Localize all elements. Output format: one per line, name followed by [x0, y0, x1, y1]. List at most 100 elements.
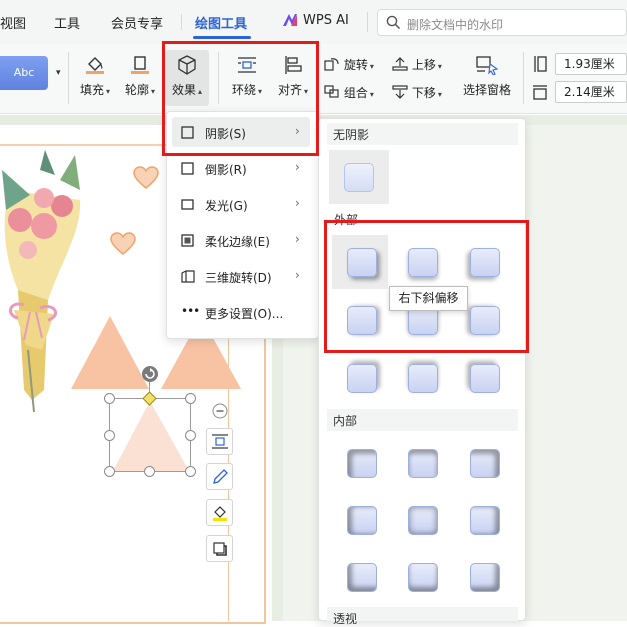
shadow-option-inner-9[interactable] — [455, 550, 511, 604]
menu-item-label: 柔化边缘(E) — [205, 235, 270, 249]
menu-item-3d-rotation[interactable]: 三维旋转(D) › — [167, 259, 318, 293]
rotate-label: 旋转 — [343, 58, 368, 72]
bring-forward-icon — [392, 57, 408, 71]
more-dots-icon: ••• — [181, 304, 200, 318]
shadow-preview — [470, 449, 500, 478]
tab-tools[interactable]: 工具 — [54, 13, 80, 32]
resize-handle[interactable] — [104, 430, 115, 441]
outline-label: 轮廓 — [124, 83, 149, 97]
shadow-preview — [408, 563, 438, 592]
float-wrap-button[interactable] — [206, 428, 233, 455]
shape-style-preset[interactable]: Abc — [0, 56, 48, 90]
menu-item-label: 倒影(R) — [205, 163, 247, 177]
shadow-preview — [347, 563, 377, 592]
shadow-option-outer-8[interactable] — [393, 351, 449, 405]
selection-pane-label: 选择窗格 — [462, 83, 511, 97]
tab-bar: 视图 工具 会员专享 绘图工具 WPS AI 删除文档中的水印 — [0, 0, 627, 44]
resize-handle[interactable] — [185, 466, 196, 477]
text-wrap-icon — [212, 434, 228, 449]
tab-member[interactable]: 会员专享 — [111, 13, 163, 32]
chevron-down-icon: ▾ — [369, 62, 374, 71]
resize-handle[interactable] — [185, 393, 196, 404]
resize-handle[interactable] — [104, 393, 115, 404]
group-button[interactable]: 组合 ▾ — [324, 84, 374, 101]
float-fill-button[interactable] — [206, 499, 233, 526]
shadow-preview — [470, 506, 500, 535]
menu-item-more-settings[interactable]: ••• 更多设置(O)... — [167, 295, 318, 329]
annotation-highlight-effect — [162, 41, 319, 156]
shadow-effect-icon — [213, 542, 227, 556]
shadow-preview — [408, 449, 438, 478]
menu-item-label: 发光(G) — [205, 199, 248, 213]
shadow-preview — [347, 364, 377, 393]
menu-item-reflection[interactable]: 倒影(R) › — [167, 151, 318, 185]
rotate-button[interactable]: 旋转 ▾ — [324, 56, 374, 73]
fill-button[interactable]: 填充 ▾ — [77, 55, 113, 98]
shadow-option-inner-1[interactable] — [332, 436, 388, 490]
shape-width-input[interactable]: 2.14厘米 — [555, 81, 627, 103]
resize-handle[interactable] — [185, 430, 196, 441]
shape-height-icon — [534, 56, 547, 72]
selection-pane-button[interactable]: 选择窗格 — [461, 55, 513, 98]
chevron-down-icon: ▾ — [151, 87, 156, 96]
tab-divider — [367, 12, 368, 32]
rotate-handle-icon[interactable] — [141, 365, 159, 383]
wps-ai-logo-icon — [283, 14, 297, 26]
shadow-option-inner-8[interactable] — [393, 550, 449, 604]
bring-forward-label: 上移 — [411, 58, 436, 72]
tab-drawing-tools[interactable]: 绘图工具 — [195, 13, 247, 32]
resize-handle[interactable] — [104, 466, 115, 477]
resize-handle[interactable] — [144, 466, 155, 477]
chevron-down-icon: ▾ — [106, 87, 111, 96]
outline-button[interactable]: 轮廓 ▾ — [122, 55, 158, 98]
chevron-down-icon: ▾ — [437, 90, 442, 99]
annotation-highlight-outer-shadows — [324, 220, 529, 353]
triangle-shape[interactable] — [70, 315, 150, 390]
tab-wps-ai[interactable]: WPS AI — [303, 13, 349, 28]
glow-square-icon — [181, 199, 194, 210]
shadow-option-outer-7[interactable] — [332, 351, 388, 405]
menu-item-glow[interactable]: 发光(G) › — [167, 187, 318, 221]
shadow-option-inner-3[interactable] — [455, 436, 511, 490]
shadow-preview — [408, 364, 438, 393]
rotate-icon — [324, 58, 339, 71]
send-backward-button[interactable]: 下移 ▾ — [392, 84, 442, 101]
shadow-preview — [347, 449, 377, 478]
menu-item-soft-edges[interactable]: 柔化边缘(E) › — [167, 223, 318, 257]
shadow-option-inner-2[interactable] — [393, 436, 449, 490]
search-box[interactable]: 删除文档中的水印 — [377, 9, 627, 36]
tab-view[interactable]: 视图 — [0, 13, 26, 32]
float-pen-button[interactable] — [206, 463, 233, 490]
selection-pane-icon — [476, 56, 499, 75]
selection-bounding-box — [109, 398, 191, 472]
shadow-option-outer-9[interactable] — [455, 351, 511, 405]
shape-height-input[interactable]: 1.93厘米 — [555, 53, 627, 75]
shadow-option-inner-4[interactable] — [332, 493, 388, 547]
shadow-option-inner-6[interactable] — [455, 493, 511, 547]
shape-width-icon — [533, 85, 547, 100]
shadow-option-none[interactable] — [329, 150, 389, 204]
shadow-preview — [470, 563, 500, 592]
group-icon — [324, 85, 339, 98]
paint-bucket-icon — [86, 57, 104, 74]
tab-divider — [181, 14, 182, 30]
bring-forward-button[interactable]: 上移 ▾ — [392, 56, 442, 73]
section-no-shadow: 无阴影 — [327, 123, 518, 145]
shadow-preview — [347, 506, 377, 535]
chevron-right-icon: › — [295, 268, 300, 282]
ribbon-divider — [523, 52, 524, 104]
collapse-minus-icon[interactable] — [212, 403, 228, 419]
style-dropdown-arrow-icon[interactable]: ▾ — [56, 68, 61, 78]
send-backward-label: 下移 — [411, 86, 436, 100]
shadow-option-inner-7[interactable] — [332, 550, 388, 604]
heart-shape[interactable] — [110, 232, 136, 256]
search-placeholder: 删除文档中的水印 — [407, 18, 504, 32]
heart-shape[interactable] — [133, 166, 159, 190]
shadow-preview — [470, 364, 500, 393]
float-effect-button[interactable] — [206, 535, 233, 562]
3d-rotation-icon — [181, 270, 195, 283]
shadow-option-inner-5[interactable] — [393, 493, 449, 547]
shadow-preview — [344, 163, 374, 192]
menu-item-label: 三维旋转(D) — [205, 271, 272, 285]
adjust-handle-icon[interactable] — [142, 391, 157, 406]
